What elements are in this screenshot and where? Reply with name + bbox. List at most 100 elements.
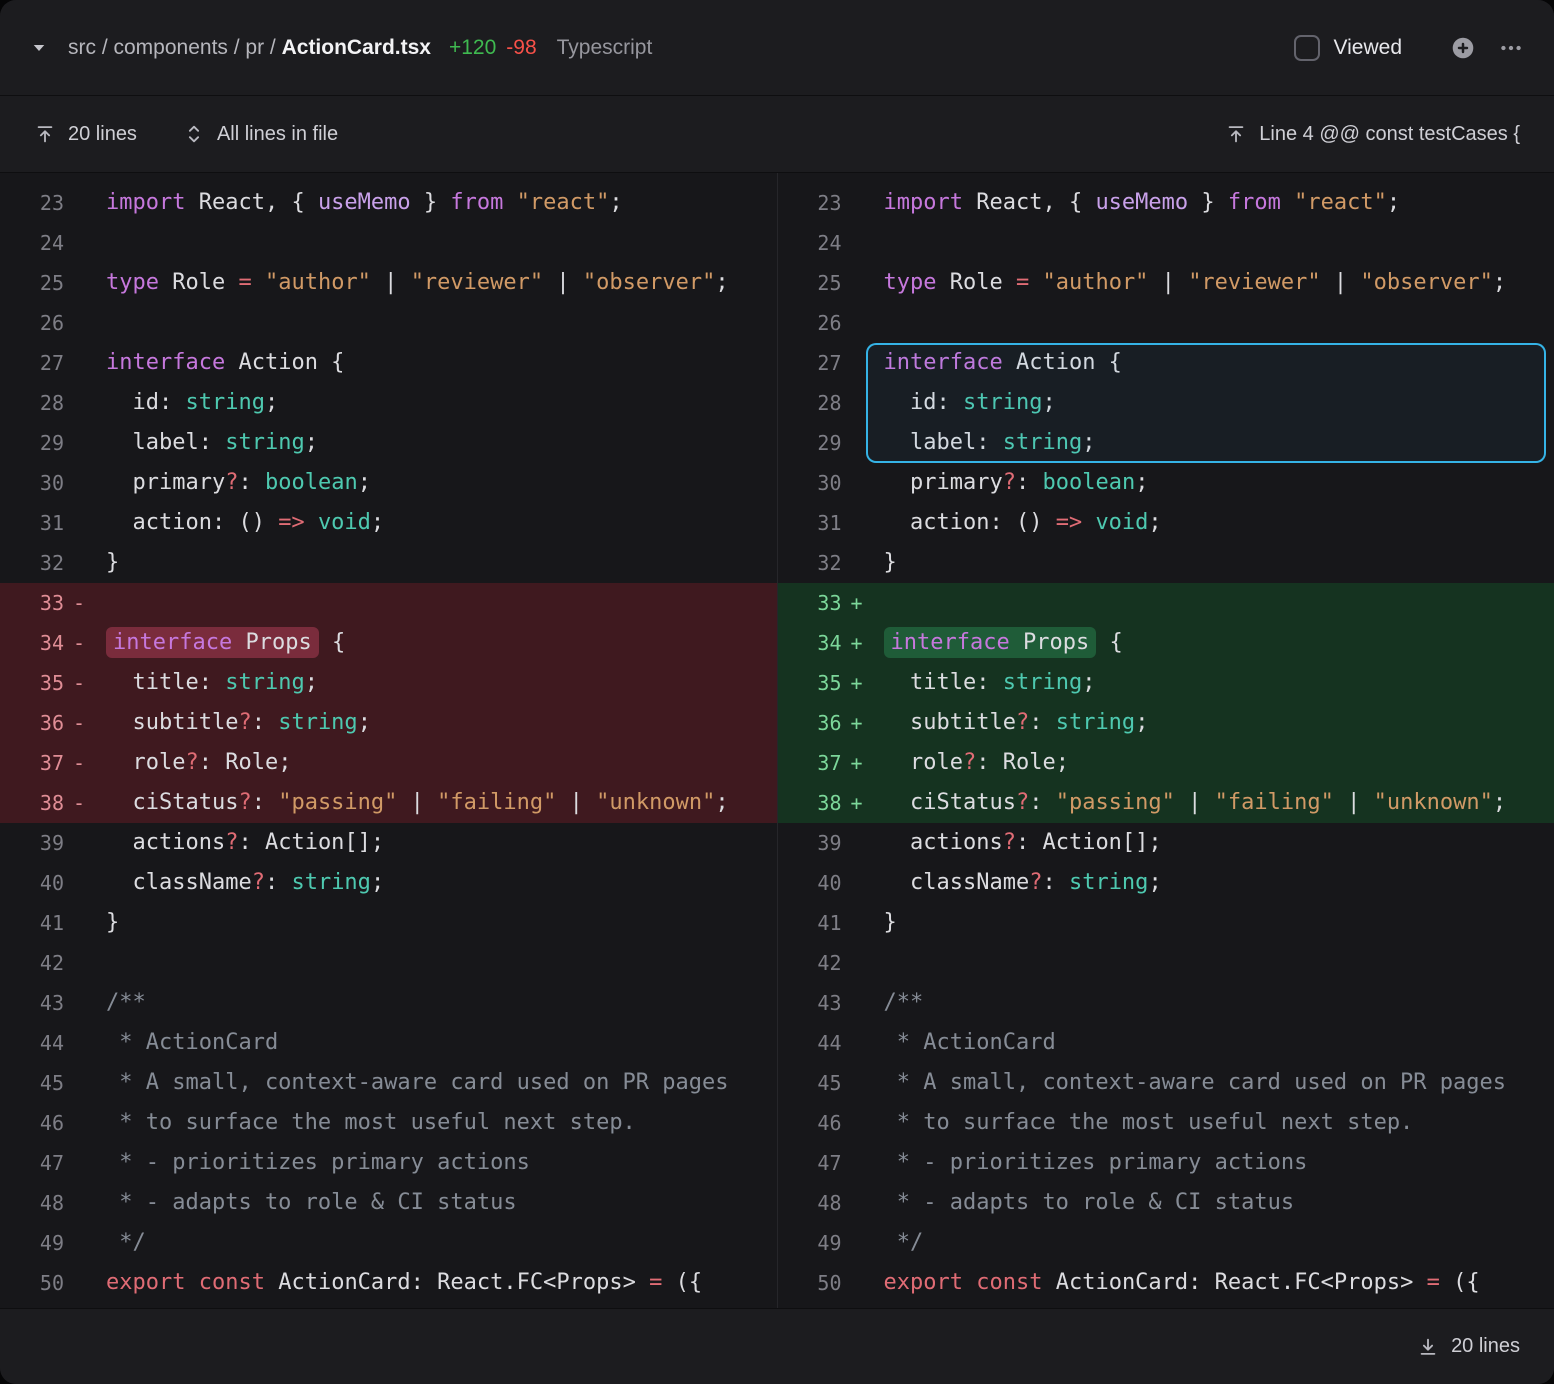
line-number[interactable]: 47 <box>778 1143 842 1183</box>
code-line: action: () => void; <box>872 503 1162 543</box>
code-line: interface Action { <box>94 343 344 383</box>
line-number[interactable]: 49 <box>0 1223 64 1263</box>
code-token: { <box>319 630 346 655</box>
line-number[interactable]: 26 <box>0 303 64 343</box>
diff-row: 45 * A small, context-aware card used on… <box>0 1063 777 1103</box>
line-number[interactable]: 46 <box>0 1103 64 1143</box>
code-token: React, { <box>963 190 1095 215</box>
line-number[interactable]: 46 <box>778 1103 842 1143</box>
line-number[interactable]: 25 <box>778 263 842 303</box>
hunk-expand-button[interactable]: Line 4 @@ const testCases { <box>1225 123 1520 146</box>
code-token: ; <box>1082 430 1095 455</box>
line-number[interactable]: 31 <box>0 503 64 543</box>
line-number[interactable]: 37 <box>0 743 64 783</box>
line-number[interactable]: 26 <box>778 303 842 343</box>
line-number[interactable]: 38 <box>778 783 842 823</box>
line-number[interactable]: 38 <box>0 783 64 823</box>
line-number[interactable]: 41 <box>778 903 842 943</box>
code-token: => <box>1056 510 1083 535</box>
code-token: | <box>1334 790 1374 815</box>
line-number[interactable]: 39 <box>0 823 64 863</box>
diff-marker <box>842 1263 872 1303</box>
code-line: subtitle?: string; <box>872 703 1149 743</box>
add-comment-icon[interactable] <box>1450 35 1476 61</box>
line-number[interactable]: 24 <box>0 223 64 263</box>
line-number[interactable]: 27 <box>0 343 64 383</box>
diff-row: 31 action: () => void; <box>778 503 1554 543</box>
line-number[interactable]: 28 <box>0 383 64 423</box>
line-number[interactable]: 32 <box>778 543 842 583</box>
line-number[interactable]: 35 <box>778 663 842 703</box>
line-number[interactable]: 37 <box>778 743 842 783</box>
line-number[interactable]: 32 <box>0 543 64 583</box>
code-token: * ActionCard <box>884 1030 1056 1055</box>
code-token: : <box>1029 710 1056 735</box>
word-diff-highlight: interface Props <box>884 627 1097 658</box>
line-number[interactable]: 33 <box>778 583 842 623</box>
line-number[interactable]: 45 <box>0 1063 64 1103</box>
line-number[interactable]: 34 <box>0 623 64 663</box>
line-number[interactable]: 42 <box>0 943 64 983</box>
line-number[interactable]: 29 <box>0 423 64 463</box>
expand-lines-button[interactable]: 20 lines <box>34 123 137 146</box>
line-number[interactable]: 23 <box>778 183 842 223</box>
line-number[interactable]: 48 <box>778 1183 842 1223</box>
more-options-icon[interactable] <box>1498 35 1524 61</box>
line-number[interactable]: 33 <box>0 583 64 623</box>
diff-row: 40 className?: string; <box>778 863 1554 903</box>
line-number[interactable]: 35 <box>0 663 64 703</box>
line-number[interactable]: 48 <box>0 1183 64 1223</box>
code-token: useMemo <box>318 190 411 215</box>
line-number[interactable]: 41 <box>0 903 64 943</box>
diff-marker: - <box>64 743 94 783</box>
line-number[interactable]: 36 <box>778 703 842 743</box>
diff-row: 42 <box>778 943 1554 983</box>
code-token: ActionCard: React.FC<Props> <box>1042 1270 1426 1295</box>
line-number[interactable]: 28 <box>778 383 842 423</box>
line-number[interactable]: 24 <box>778 223 842 263</box>
line-number[interactable]: 44 <box>0 1023 64 1063</box>
diff-marker <box>64 863 94 903</box>
line-number[interactable]: 31 <box>778 503 842 543</box>
line-number[interactable]: 43 <box>778 983 842 1023</box>
line-number[interactable]: 25 <box>0 263 64 303</box>
code-token: ? <box>1016 790 1029 815</box>
diff-row: 34+interface Props { <box>778 623 1554 663</box>
line-number[interactable]: 45 <box>778 1063 842 1103</box>
line-number[interactable]: 39 <box>778 823 842 863</box>
line-number[interactable]: 29 <box>778 423 842 463</box>
line-number[interactable]: 44 <box>778 1023 842 1063</box>
diff-row: 34-interface Props { <box>0 623 777 663</box>
diff-row: 41} <box>0 903 777 943</box>
code-token: actions <box>884 830 1003 855</box>
diff-row: 41} <box>778 903 1554 943</box>
line-number[interactable]: 47 <box>0 1143 64 1183</box>
line-number[interactable]: 49 <box>778 1223 842 1263</box>
line-number[interactable]: 50 <box>0 1263 64 1303</box>
line-number[interactable]: 40 <box>778 863 842 903</box>
line-number[interactable]: 30 <box>778 463 842 503</box>
expand-down-button[interactable]: 20 lines <box>1417 1335 1520 1358</box>
diff-marker <box>64 903 94 943</box>
line-number[interactable]: 30 <box>0 463 64 503</box>
viewed-checkbox[interactable] <box>1294 35 1320 61</box>
line-number[interactable]: 50 <box>778 1263 842 1303</box>
code-line <box>94 223 106 263</box>
line-number[interactable]: 43 <box>0 983 64 1023</box>
line-number[interactable]: 27 <box>778 343 842 383</box>
code-token <box>963 1270 976 1295</box>
line-number[interactable]: 40 <box>0 863 64 903</box>
diff-pane-new: 23import React, { useMemo } from "react"… <box>778 173 1554 1308</box>
line-number[interactable]: 23 <box>0 183 64 223</box>
code-line: * - prioritizes primary actions <box>94 1143 530 1183</box>
diff-row: 28 id: string; <box>0 383 777 423</box>
diff-marker <box>842 383 872 423</box>
line-number[interactable]: 36 <box>0 703 64 743</box>
code-line: } <box>872 903 897 943</box>
collapse-chevron-icon[interactable] <box>30 39 48 57</box>
code-token: string <box>1056 710 1135 735</box>
expand-all-button[interactable]: All lines in file <box>183 123 338 146</box>
code-token: : <box>252 790 279 815</box>
line-number[interactable]: 42 <box>778 943 842 983</box>
line-number[interactable]: 34 <box>778 623 842 663</box>
